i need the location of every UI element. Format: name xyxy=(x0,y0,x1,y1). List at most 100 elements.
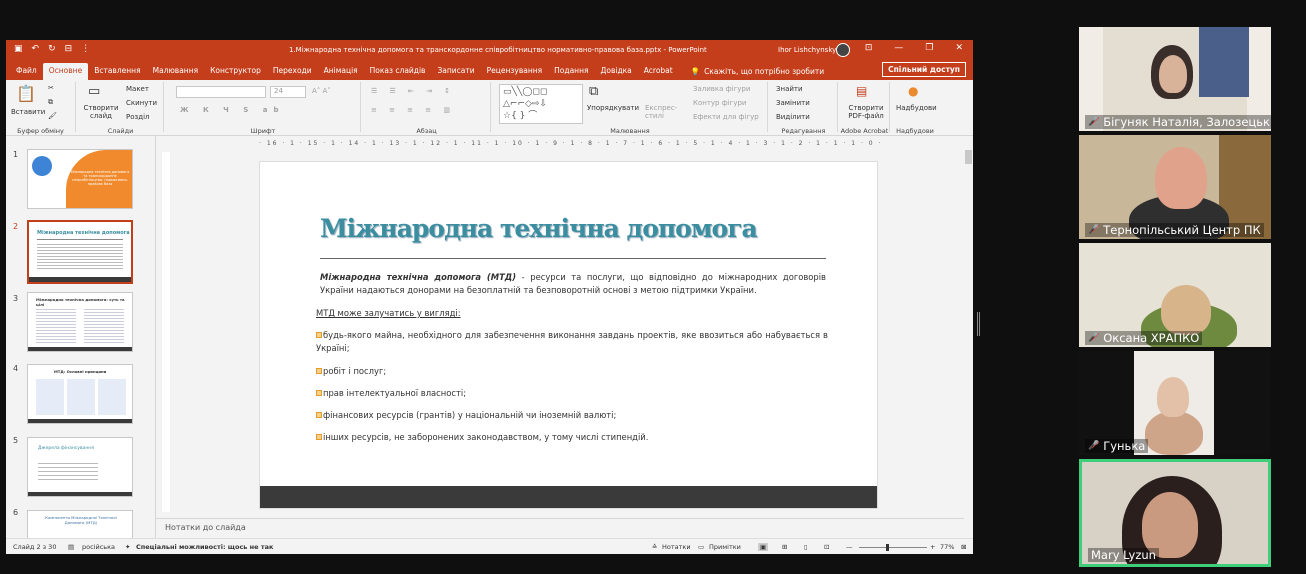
slide-title[interactable]: Міжнародна технічна допомога xyxy=(320,214,758,243)
select-button[interactable]: Виділити xyxy=(776,113,810,121)
tab-animations[interactable]: Анімація xyxy=(318,63,364,80)
tab-file[interactable]: Файл xyxy=(10,63,43,80)
slide-thumbnail-3[interactable]: Міжнародна технічна допомога: суть та ці… xyxy=(27,292,133,352)
slide-thumbnail-4[interactable]: МТД: Основні принципи xyxy=(27,364,133,424)
tab-view[interactable]: Подання xyxy=(548,63,594,80)
addins-icon[interactable]: ● xyxy=(908,84,918,98)
splitter-handle[interactable] xyxy=(977,312,980,336)
tab-home[interactable]: Основне xyxy=(42,63,89,80)
reading-view-icon[interactable]: ▯ xyxy=(804,543,808,551)
font-format-buttons[interactable]: Ж К Ч S ab xyxy=(180,106,284,114)
slide-sorter-icon[interactable]: ⊞ xyxy=(782,543,787,551)
bullet-item[interactable]: прав інтелектуальної власності; xyxy=(316,387,828,400)
comments-icon[interactable]: ▭ xyxy=(698,543,704,551)
reset-button[interactable]: Скинути xyxy=(126,99,157,107)
font-name-input[interactable] xyxy=(176,86,266,98)
tab-acrobat[interactable]: Acrobat xyxy=(638,63,679,80)
participant-video[interactable]: 🎤̸ Оксана ХРАПКО xyxy=(1079,243,1271,347)
participant-video[interactable]: 🎤̸ Тернопільський Центр ПК xyxy=(1079,135,1271,239)
ribbon-display-icon[interactable]: ⊡ xyxy=(865,43,873,53)
section-button[interactable]: Розділ xyxy=(126,113,150,121)
pdf-icon[interactable]: ▤ xyxy=(856,84,867,98)
bullet-item[interactable]: інших ресурсів, не заборонених законодав… xyxy=(316,431,828,444)
slide-thumbnail-1[interactable]: Міжнародна технічна допомога та транскор… xyxy=(27,149,133,209)
list-icons[interactable]: ☰ ☰ ⇤ ⇥ ↕ xyxy=(371,87,455,95)
subheading[interactable]: МТД може залучатись у вигляді: xyxy=(316,308,461,318)
tab-insert[interactable]: Вставлення xyxy=(88,63,146,80)
tab-record[interactable]: Записати xyxy=(431,63,480,80)
tell-me-search[interactable]: Скажіть, що потрібно зробити xyxy=(704,64,824,80)
comments-button[interactable]: Примітки xyxy=(709,543,741,551)
participant-video[interactable]: 🎤̸ Бігуняк Наталія, Залозецьк... xyxy=(1079,27,1271,131)
zoom-in-icon[interactable]: + xyxy=(930,543,935,551)
slide-thumbnails-pane: 1 Міжнародна технічна допомога та транск… xyxy=(6,136,156,544)
zoom-slider-thumb[interactable] xyxy=(886,544,889,551)
save-icon[interactable]: ▣ xyxy=(14,44,23,54)
new-slide-button[interactable]: Створити слайд xyxy=(83,104,119,120)
spellcheck-icon[interactable]: ▤ xyxy=(68,543,74,551)
font-size-input[interactable]: 24 xyxy=(270,86,306,98)
vertical-scrollbar[interactable] xyxy=(964,138,973,508)
maximize-icon[interactable]: ❐ xyxy=(925,43,933,53)
zoom-slider[interactable] xyxy=(859,547,927,548)
cut-icon[interactable]: ✂ xyxy=(48,84,54,92)
tab-design[interactable]: Конструктор xyxy=(204,63,267,80)
slide-thumbnail-2[interactable]: Міжнародна технічна допомога xyxy=(27,220,133,284)
close-icon[interactable]: ✕ xyxy=(955,43,963,53)
minimize-icon[interactable]: — xyxy=(894,43,903,53)
shapes-gallery[interactable]: ▭╲╲◯◻◻ △⌐⌐◇⇨⇩ ☆{ } ⌒ xyxy=(499,84,583,124)
paste-button[interactable]: Вставити xyxy=(11,108,45,116)
share-button[interactable]: Спільний доступ xyxy=(882,62,966,77)
status-bar: Слайд 2 з 30 ▤ російська ✦ Спеціальні мо… xyxy=(6,538,973,554)
slide-canvas[interactable]: Міжнародна технічна допомога Міжнародна … xyxy=(259,161,878,509)
notes-pane[interactable]: Нотатки до слайда xyxy=(156,518,964,538)
layout-button[interactable]: Макет xyxy=(126,85,149,93)
replace-button[interactable]: Замінити xyxy=(776,99,810,107)
addins-button[interactable]: Надбудови xyxy=(896,104,937,112)
participant-video[interactable]: 🎤̸ Гунька xyxy=(1079,351,1271,455)
create-pdf-button[interactable]: Створити PDF-файл xyxy=(844,104,888,120)
quick-styles-button[interactable]: Експрес-стилі xyxy=(645,104,679,120)
redo-icon[interactable]: ↻ xyxy=(48,44,56,54)
tab-draw[interactable]: Малювання xyxy=(147,63,205,80)
user-avatar[interactable] xyxy=(836,43,850,57)
new-slide-icon[interactable]: ▭ xyxy=(88,84,100,99)
arrange-icon[interactable]: ⧉ xyxy=(589,84,598,99)
notes-icon[interactable]: ≙ xyxy=(652,543,657,551)
customize-icon[interactable]: ⋮ xyxy=(81,44,90,54)
tab-review[interactable]: Рецензування xyxy=(481,63,549,80)
copy-icon[interactable]: ⧉ xyxy=(48,98,53,107)
bullet-item[interactable]: фінансових ресурсів (грантів) у націонал… xyxy=(316,409,828,422)
slideshow-view-icon[interactable]: ⊡ xyxy=(824,543,829,551)
start-slideshow-icon[interactable]: ⊟ xyxy=(65,44,73,54)
zoom-level[interactable]: 77% xyxy=(940,543,954,551)
definition-paragraph[interactable]: Міжнародна технічна допомога (МТД) - рес… xyxy=(320,271,826,297)
format-painter-icon[interactable]: 🖌 xyxy=(48,112,57,120)
accessibility-icon[interactable]: ✦ xyxy=(125,543,130,551)
undo-icon[interactable]: ↶ xyxy=(32,44,40,54)
normal-view-icon[interactable]: ▣ xyxy=(758,543,769,551)
notes-button[interactable]: Нотатки xyxy=(662,543,691,551)
language-indicator[interactable]: російська xyxy=(82,543,115,551)
thumb-number: 3 xyxy=(13,294,19,303)
slide-thumbnail-5[interactable]: Джерела фінансування xyxy=(27,437,133,497)
zoom-out-icon[interactable]: — xyxy=(846,543,853,551)
align-icons[interactable]: ≡ ≡ ≡ ≡ ▥ xyxy=(371,106,455,114)
bullet-item[interactable]: робіт і послуг; xyxy=(316,365,828,378)
shape-outline-button[interactable]: Контур фігури xyxy=(693,99,746,107)
tab-help[interactable]: Довідка xyxy=(595,63,638,80)
bullet-item[interactable]: будь-якого майна, необхідного для забезп… xyxy=(316,329,828,355)
grow-font-icon[interactable]: A˄ A˅ xyxy=(312,87,331,95)
tab-slideshow[interactable]: Показ слайдів xyxy=(364,63,432,80)
find-button[interactable]: Знайти xyxy=(776,85,803,93)
bullet-square-icon xyxy=(316,390,322,396)
shape-fill-button[interactable]: Заливка фігури xyxy=(693,85,750,93)
arrange-button[interactable]: Упорядкувати xyxy=(587,104,639,112)
accessibility-status[interactable]: Спеціальні можливості: щось не так xyxy=(136,543,273,551)
user-name[interactable]: Ihor Lishchynskyy xyxy=(778,46,840,54)
participant-video-active-speaker[interactable]: Mary Lyzun xyxy=(1079,459,1271,567)
shape-effects-button[interactable]: Ефекти для фігур xyxy=(693,113,759,121)
paste-icon[interactable]: 📋 xyxy=(16,84,36,103)
fit-to-window-icon[interactable]: ⊠ xyxy=(961,543,966,551)
tab-transitions[interactable]: Переходи xyxy=(267,63,318,80)
